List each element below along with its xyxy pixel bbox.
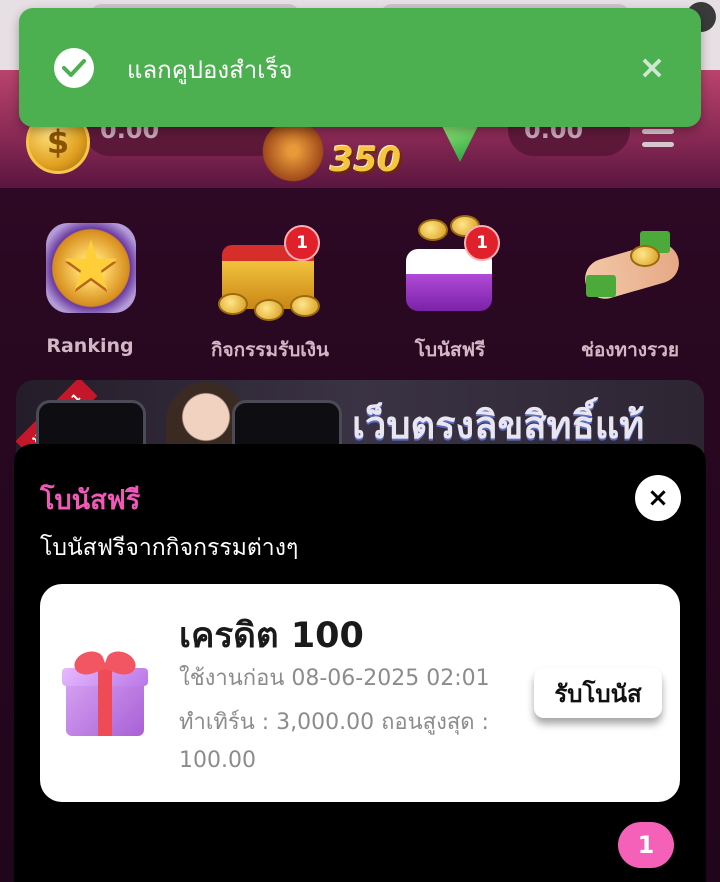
- gift-coins-icon: 1: [398, 215, 502, 319]
- bonus-title: เครดิต 100: [179, 616, 364, 656]
- panel-title: โบนัสฟรี: [40, 485, 141, 516]
- menu-item-label: โบนัสฟรี: [414, 339, 486, 361]
- claim-bonus-button[interactable]: รับโบนัส: [534, 668, 662, 718]
- menu-item-free-bonus[interactable]: 1 โบนัสฟรี: [375, 215, 525, 365]
- menu-item-ranking[interactable]: Ranking: [15, 215, 165, 365]
- page-indicator[interactable]: 1: [618, 822, 674, 868]
- menu-item-rich-channel[interactable]: ช่องทางรวย: [555, 215, 705, 365]
- bonus-max-withdraw: 100.00: [179, 748, 256, 773]
- feature-menu: Ranking 1 กิจกรรมรับเงิน 1 โบนัสฟรี ช่อง…: [0, 215, 720, 365]
- menu-item-label: ช่องทางรวย: [580, 339, 680, 361]
- menu-item-label: กิจกรรมรับเงิน: [210, 339, 330, 361]
- treasure-chest-icon: 1: [218, 215, 322, 321]
- notification-badge: 1: [464, 225, 500, 261]
- site-logo[interactable]: 350: [330, 140, 401, 180]
- check-circle-icon: [54, 48, 94, 88]
- panel-subtitle: โบนัสฟรีจากกิจกรรมต่างๆ: [40, 535, 299, 561]
- gift-box-icon: [62, 647, 148, 736]
- star-trophy-icon: [38, 215, 142, 319]
- success-toast: แลกคูปองสำเร็จ ×: [19, 8, 701, 127]
- close-icon[interactable]: ×: [637, 50, 667, 84]
- bonus-turnover: ทำเทิร์น : 3,000.00 ถอนสูงสุด :: [179, 710, 489, 735]
- toast-message: แลกคูปองสำเร็จ: [127, 56, 293, 84]
- bonus-card: เครดิต 100 ใช้งานก่อน 08-06-2025 02:01 ท…: [40, 584, 680, 802]
- close-icon[interactable]: ×: [635, 475, 681, 521]
- notification-badge: 1: [284, 225, 320, 261]
- bonus-expiry: ใช้งานก่อน 08-06-2025 02:01: [179, 666, 490, 691]
- menu-item-activities[interactable]: 1 กิจกรรมรับเงิน: [195, 215, 345, 365]
- free-bonus-panel: โบนัสฟรี × โบนัสฟรีจากกิจกรรมต่างๆ เครดิ…: [14, 444, 706, 882]
- menu-item-label: Ranking: [46, 335, 134, 357]
- hand-money-icon: [578, 215, 684, 319]
